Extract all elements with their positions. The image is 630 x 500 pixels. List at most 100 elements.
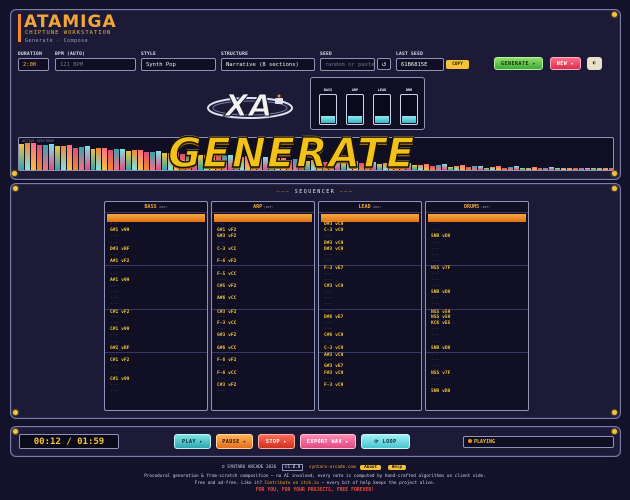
sequencer-panel	[10, 183, 621, 419]
time-display: 00:12 / 01:59	[19, 434, 119, 449]
screw	[612, 171, 617, 176]
generate-button[interactable]: GENERATE ▸	[494, 57, 543, 70]
lane-header: DRUMS (PAT)	[426, 202, 528, 213]
spectrum-bar	[466, 167, 471, 170]
about-button[interactable]: About	[360, 465, 382, 470]
seed-label: SEED	[320, 52, 333, 57]
spectrum-bar	[531, 166, 537, 170]
structure-select[interactable]: Narrative (8 sections)	[221, 58, 315, 71]
generate-banner: GENERATE	[167, 129, 416, 177]
meter-drm: DRM	[400, 88, 418, 125]
site-link[interactable]: syntaro-arcade.com	[309, 465, 356, 470]
random-seed-button[interactable]: ↺	[377, 58, 391, 70]
meter-fill	[402, 115, 416, 123]
screw	[612, 12, 617, 17]
spectrum-bar	[513, 166, 519, 170]
pattern-row: ---	[324, 389, 333, 395]
lane-header: LEAD (PAT)	[319, 202, 421, 213]
spectrum-bar	[42, 144, 48, 170]
playback-status: PLAYING	[463, 436, 614, 448]
spectrum-bar	[448, 166, 454, 170]
bpm-field: 121 BPM	[55, 58, 136, 71]
spectrum-bar	[78, 147, 84, 170]
spectrum-bar	[66, 145, 72, 170]
lane-bass[interactable]: BASS (PAT) --- G#1 v99 --- --- D#3 vBF --- A#1 …	[104, 201, 208, 411]
spectrum-bar	[144, 152, 150, 170]
help-button[interactable]: Help	[387, 465, 407, 470]
seed-input[interactable]: random or paste	[320, 58, 375, 71]
spectrum-bar	[489, 166, 495, 170]
spectrum-bar	[585, 167, 591, 170]
meter-arp: ARP	[346, 88, 364, 125]
spectrum-bar	[84, 146, 90, 170]
spectrum-bar	[442, 164, 448, 170]
screw	[612, 410, 617, 415]
loop-button[interactable]: ⟳ LOOP	[361, 434, 410, 449]
pattern-row: ---	[217, 389, 226, 395]
footer-line-3: Free and ad-free. Like it? Contribute on…	[194, 481, 436, 486]
spectrum-bar	[132, 150, 138, 170]
lane-arp[interactable]: ARP (PAT) --- G#1 vF2 G#3 vF2 --- C-3 vCC --- F…	[211, 201, 315, 411]
spectrum-bar	[108, 149, 114, 170]
spectrum-bar	[483, 167, 489, 170]
spectrum-bar	[102, 147, 108, 170]
lane-drums[interactable]: DRUMS (PAT) --- --- SNR vD8 --- --- --- --- NSS …	[425, 201, 529, 411]
spectrum-bar	[150, 151, 156, 170]
spectrum-bar	[591, 168, 597, 170]
meter-bass: BASS	[319, 88, 337, 125]
playhead-row	[428, 214, 526, 222]
spectrum-bar	[162, 153, 167, 170]
spectrum-label: ACTIVE SPECTRUM	[22, 139, 54, 143]
footer-line-1: © SYNTARO ARCADE 2026 v1.0.0 syntaro-arc…	[0, 464, 630, 471]
style-select[interactable]: Synth Pop	[141, 58, 216, 71]
loop-icon: ⟳	[374, 439, 380, 445]
spectrum-bar	[495, 166, 501, 170]
screw	[612, 429, 617, 434]
spectrum-bar	[19, 144, 24, 170]
spectrum-bar	[525, 167, 531, 170]
spectrum-bar	[477, 165, 483, 170]
footer-line-2: Procedural generation & from-scratch com…	[144, 474, 486, 479]
spectrum-bar	[72, 147, 78, 170]
theme-toggle-button[interactable]: ◐	[587, 57, 602, 70]
stop-button[interactable]: STOP ▸	[258, 434, 295, 449]
screw	[13, 429, 18, 434]
footer-tagline: FOR YOU, FOR YOUR PROJECTS, FREE FOREVER…	[255, 488, 375, 493]
spectrum-bar	[519, 168, 525, 170]
spectrum-bar	[609, 168, 613, 170]
logo-accent	[18, 14, 21, 42]
spectrum-bar	[36, 145, 42, 170]
export-wav-button[interactable]: EXPORT WAV ▸	[300, 434, 356, 449]
playhead-row	[321, 214, 419, 222]
playhead-row	[214, 214, 312, 222]
spectrum-bar	[60, 145, 66, 170]
spectrum-bar	[501, 168, 507, 170]
spectrum-bar	[54, 146, 60, 170]
lane-lead[interactable]: LEAD (PAT) D#3 vC9 C-3 vC9 --- D#3 vC9 D#3 vC…	[318, 201, 422, 411]
spectrum-bar	[471, 166, 477, 170]
copy-seed-button[interactable]: COPY	[446, 60, 469, 69]
spectrum-bar	[549, 167, 555, 170]
status-dot-icon	[468, 439, 472, 443]
last-seed-field: 61B6815E	[396, 58, 444, 71]
duration-field[interactable]: 2:00	[18, 58, 49, 71]
contribute-link[interactable]: Contribute on itch.io	[265, 481, 319, 486]
app-subtitle: CHIPTUNE WORKSTATION	[25, 30, 112, 36]
pause-button[interactable]: PAUSE ▸	[216, 434, 253, 449]
spectrum-bar	[460, 165, 465, 170]
breadcrumb: Generate · Compose	[25, 38, 89, 44]
spectrum-bar	[126, 151, 132, 170]
play-button[interactable]: PLAY ▸	[174, 434, 211, 449]
new-button[interactable]: NEW ▸	[550, 57, 581, 70]
xa-logo: X A	[207, 89, 293, 125]
spectrum-bar	[114, 149, 120, 170]
spectrum-bar	[96, 148, 102, 170]
spectrum-bar	[430, 166, 436, 170]
sequencer-title: ——— SEQUENCER ———	[276, 189, 354, 195]
spectrum-bar	[561, 168, 567, 170]
spectrum-bar	[418, 164, 424, 170]
screw	[13, 410, 18, 415]
last-seed-label: LAST SEED	[396, 52, 424, 57]
svg-text:X: X	[223, 89, 250, 124]
spectrum-bar	[30, 142, 36, 170]
